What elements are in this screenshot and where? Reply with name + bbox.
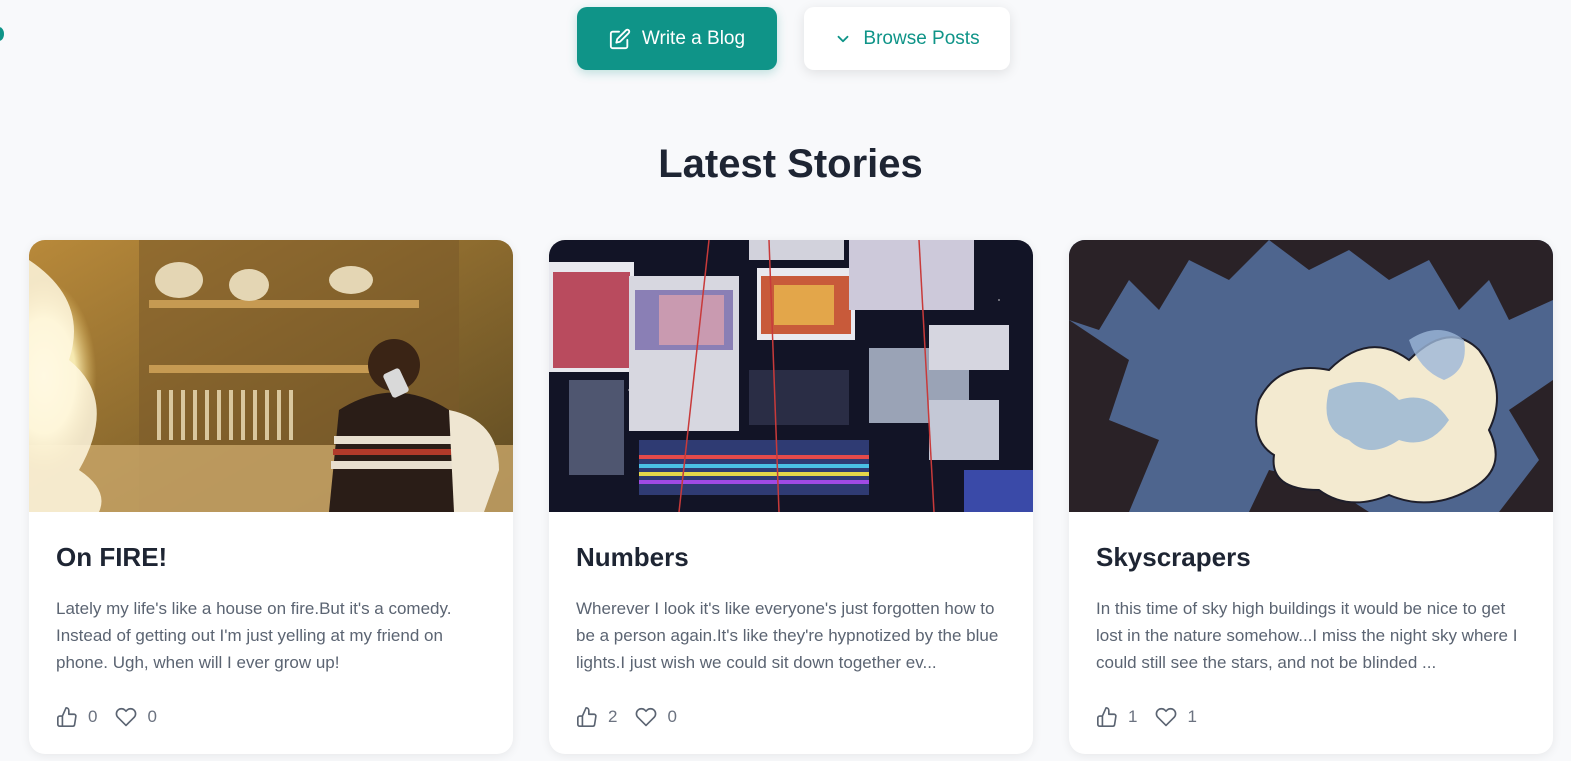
thumbs-up-icon: [56, 706, 78, 728]
story-image[interactable]: [1069, 240, 1553, 512]
story-excerpt: In this time of sky high buildings it wo…: [1096, 599, 1518, 672]
heart-count: 0: [147, 707, 157, 726]
like-count: 1: [1128, 707, 1138, 726]
like-button[interactable]: 1: [1096, 706, 1137, 728]
story-excerpt: Lately my life's like a house on fire.Bu…: [56, 599, 452, 672]
heart-count: 1: [1187, 707, 1197, 726]
thumbs-up-icon: [576, 706, 598, 728]
page: Write a Blog Browse Posts Latest Stories: [0, 0, 1571, 761]
heart-button[interactable]: 0: [115, 706, 157, 728]
story-grid: On FIRE! Lately my life's like a house o…: [29, 240, 1553, 754]
like-button[interactable]: 2: [576, 706, 617, 728]
like-button[interactable]: 0: [56, 706, 97, 728]
story-excerpt: Wherever I look it's like everyone's jus…: [576, 599, 999, 672]
chevron-down-icon: [834, 30, 852, 48]
story-card[interactable]: On FIRE! Lately my life's like a house o…: [29, 240, 513, 754]
story-image[interactable]: [549, 240, 1033, 512]
heart-button[interactable]: 0: [635, 706, 677, 728]
browse-posts-button[interactable]: Browse Posts: [804, 7, 1010, 70]
write-blog-button[interactable]: Write a Blog: [577, 7, 777, 70]
heart-count: 0: [667, 707, 677, 726]
story-card[interactable]: Numbers Wherever I look it's like everyo…: [549, 240, 1033, 754]
heart-button[interactable]: 1: [1155, 706, 1197, 728]
story-card[interactable]: Skyscrapers In this time of sky high bui…: [1069, 240, 1553, 754]
story-stats: 0 0: [56, 706, 486, 728]
thumbs-up-icon: [1096, 706, 1118, 728]
story-title[interactable]: Numbers: [576, 542, 1006, 573]
story-image[interactable]: [29, 240, 513, 512]
like-count: 0: [88, 707, 98, 726]
section-title: Latest Stories: [658, 142, 923, 186]
action-bar: Write a Blog Browse Posts: [0, 7, 1571, 70]
heart-icon: [115, 706, 137, 728]
story-title[interactable]: Skyscrapers: [1096, 542, 1526, 573]
story-stats: 1 1: [1096, 706, 1526, 728]
heart-icon: [1155, 706, 1177, 728]
write-blog-label: Write a Blog: [641, 27, 746, 49]
story-stats: 2 0: [576, 706, 1006, 728]
edit-icon: [609, 28, 631, 50]
story-title[interactable]: On FIRE!: [56, 542, 486, 573]
browse-posts-label: Browse Posts: [863, 27, 980, 49]
like-count: 2: [608, 707, 618, 726]
heart-icon: [635, 706, 657, 728]
